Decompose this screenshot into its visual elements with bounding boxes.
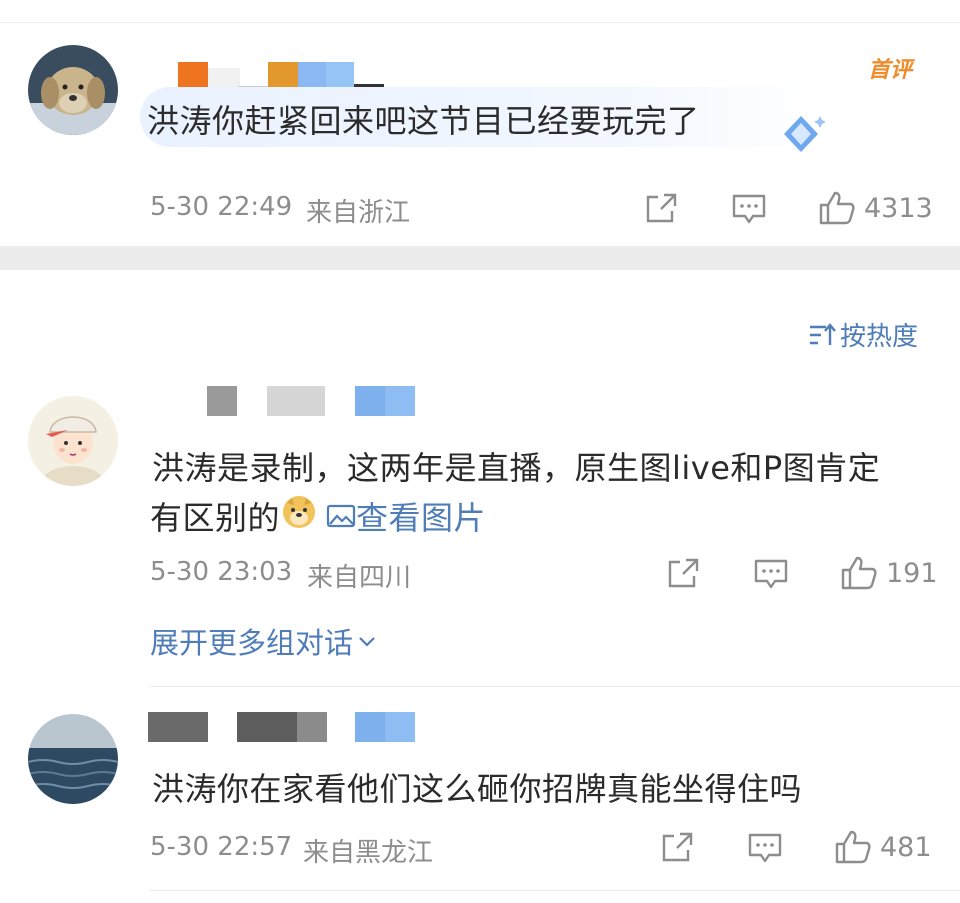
like-button[interactable]: 191 xyxy=(840,555,938,591)
reply-button[interactable] xyxy=(753,558,789,590)
chevron-down-icon xyxy=(359,637,375,647)
comment-icon xyxy=(754,559,788,589)
dog-plush-avatar-image xyxy=(28,45,118,135)
like-count: 191 xyxy=(886,557,938,589)
expand-more-replies-link[interactable]: 展开更多组对话 xyxy=(150,620,377,662)
share-icon xyxy=(662,832,693,862)
comment-location: 来自浙江 xyxy=(306,198,411,228)
comment-text: 洪涛你赶紧回来吧这节目已经要玩完了 xyxy=(147,102,700,140)
image-icon xyxy=(326,504,356,528)
sea-avatar-image xyxy=(28,714,118,804)
top-divider xyxy=(0,22,960,23)
comment-text: 洪涛你在家看他们这么砸你招牌真能坐得住吗 xyxy=(152,770,803,808)
sort-label: 按热度 xyxy=(840,322,919,352)
expand-label: 展开更多组对话 xyxy=(150,626,354,660)
like-count: 4313 xyxy=(864,192,933,224)
like-icon xyxy=(841,556,877,590)
like-icon xyxy=(819,191,855,225)
like-button[interactable]: 4313 xyxy=(818,190,933,226)
reply-button[interactable] xyxy=(731,193,767,225)
comment-time: 5-30 23:03 xyxy=(150,557,293,587)
share-icon xyxy=(668,558,699,588)
view-image-link[interactable]: 查看图片 xyxy=(326,493,486,539)
doge-emoji-icon xyxy=(282,495,316,537)
share-icon xyxy=(646,193,677,223)
avatar[interactable] xyxy=(28,714,118,804)
comment-icon xyxy=(748,833,782,863)
comment-time: 5-30 22:49 xyxy=(150,192,293,222)
comment-time: 5-30 22:57 xyxy=(150,832,293,862)
section-separator xyxy=(0,246,960,270)
view-image-label: 查看图片 xyxy=(356,499,487,537)
cartoon-boy-avatar-image xyxy=(28,396,118,486)
first-comment-badge: 首评 xyxy=(868,58,913,83)
reply-button[interactable] xyxy=(747,832,783,864)
comment-location: 来自四川 xyxy=(307,563,412,593)
comment-divider xyxy=(150,890,960,891)
comment-divider xyxy=(150,686,960,687)
share-button[interactable] xyxy=(644,192,678,224)
sort-icon xyxy=(810,322,836,345)
like-button[interactable]: 481 xyxy=(834,829,932,865)
share-button[interactable] xyxy=(666,557,700,589)
like-count: 481 xyxy=(880,831,932,863)
avatar[interactable] xyxy=(28,45,118,135)
like-icon xyxy=(835,830,871,864)
share-button[interactable] xyxy=(660,831,694,863)
comment-text-continued: 有区别的 xyxy=(150,499,281,537)
sort-by-heat-button[interactable]: 按热度 xyxy=(808,316,918,353)
comment-text: 洪涛是录制，这两年是直播，原生图live和P图肯定 xyxy=(152,449,881,487)
comment-text-line2: 有区别的 查看图片 xyxy=(150,493,486,539)
diamond-icon xyxy=(776,112,826,160)
comment-location: 来自黑龙江 xyxy=(303,838,434,868)
comment-icon xyxy=(732,194,766,224)
avatar[interactable] xyxy=(28,396,118,486)
